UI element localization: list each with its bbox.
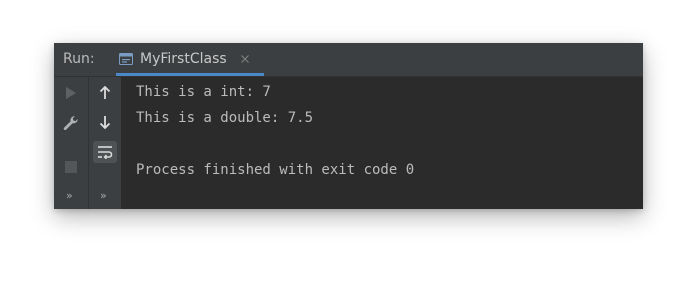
more-icon[interactable]: » (100, 189, 107, 202)
run-label: Run: (63, 51, 95, 67)
left-toolbar: » (54, 77, 89, 209)
console-line: Process finished with exit code 0 (136, 162, 415, 178)
java-class-icon (119, 53, 133, 65)
soft-wrap-button[interactable] (93, 141, 117, 163)
run-tool-window-header: Run: MyFirstClass (54, 43, 643, 77)
rerun-icon[interactable] (65, 86, 77, 100)
run-tool-window: Run: MyFirstClass » » This is a int: 7 T… (54, 43, 643, 209)
more-icon[interactable]: » (66, 189, 73, 202)
console-line: This is a double: 7.5 (136, 110, 314, 126)
right-toolbar: » (89, 77, 121, 209)
soft-wrap-icon (98, 146, 113, 159)
tab-active-indicator (116, 73, 264, 76)
up-arrow-icon[interactable] (99, 86, 111, 100)
tab-myfirstclass[interactable]: MyFirstClass (116, 43, 264, 76)
tab-title: MyFirstClass (140, 51, 227, 67)
console-line: This is a int: 7 (136, 84, 271, 100)
console-output[interactable]: This is a int: 7 This is a double: 7.5 P… (121, 77, 643, 209)
down-arrow-icon[interactable] (99, 115, 111, 129)
settings-icon[interactable] (63, 115, 79, 131)
close-icon[interactable] (240, 54, 250, 64)
stop-icon[interactable] (65, 161, 77, 173)
